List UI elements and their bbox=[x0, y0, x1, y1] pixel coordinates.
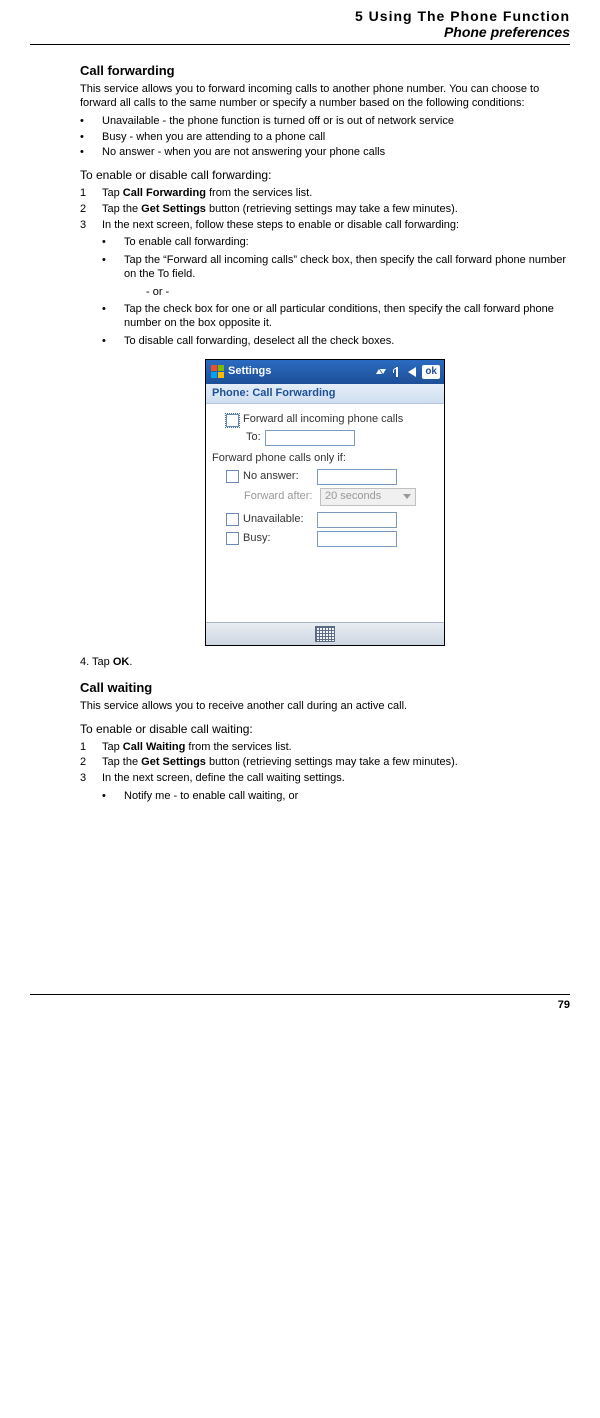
speaker-icon[interactable] bbox=[408, 367, 416, 377]
to-input[interactable] bbox=[265, 430, 355, 446]
list-item: Tap the check box for one or all particu… bbox=[102, 303, 570, 331]
step-1: 1 Tap Call Forwarding from the services … bbox=[80, 187, 570, 201]
device-subtitle: Phone: Call Forwarding bbox=[206, 384, 444, 405]
cf-enable-title: To enable or disable call forwarding: bbox=[80, 168, 570, 183]
list-item: To enable call forwarding: bbox=[102, 236, 570, 250]
no-answer-input[interactable] bbox=[317, 469, 397, 485]
unavailable-checkbox[interactable] bbox=[226, 513, 239, 526]
step-3: 3 In the next screen, define the call wa… bbox=[80, 772, 570, 786]
busy-input[interactable] bbox=[317, 531, 397, 547]
ok-button[interactable]: ok bbox=[422, 365, 440, 379]
busy-checkbox[interactable] bbox=[226, 532, 239, 545]
signal-icon[interactable] bbox=[392, 367, 402, 377]
chevron-down-icon bbox=[403, 494, 411, 499]
keyboard-icon[interactable] bbox=[315, 626, 335, 642]
device-titlebar: Settings ok bbox=[206, 360, 444, 384]
step-1: 1 Tap Call Waiting from the services lis… bbox=[80, 741, 570, 755]
call-forwarding-heading: Call forwarding bbox=[80, 63, 570, 79]
connectivity-icon[interactable] bbox=[376, 367, 386, 377]
footer-rule bbox=[30, 994, 570, 995]
list-item: Unavailable - the phone function is turn… bbox=[80, 115, 570, 129]
only-if-label: Forward phone calls only if: bbox=[212, 452, 346, 466]
start-icon[interactable] bbox=[210, 365, 224, 379]
chapter-title: 5 Using The Phone Function bbox=[30, 8, 570, 24]
page-number: 79 bbox=[30, 999, 570, 1011]
forward-all-label: Forward all incoming phone calls bbox=[243, 413, 403, 427]
list-item: Busy - when you are attending to a phone… bbox=[80, 131, 570, 145]
unavailable-input[interactable] bbox=[317, 512, 397, 528]
call-waiting-heading: Call waiting bbox=[80, 680, 570, 696]
step-4: 4. Tap OK. bbox=[80, 656, 570, 670]
chapter-subtitle: Phone preferences bbox=[30, 24, 570, 40]
step-2: 2 Tap the Get Settings button (retrievin… bbox=[80, 756, 570, 770]
list-item: Tap the “Forward all incoming calls” che… bbox=[102, 254, 570, 282]
call-waiting-intro: This service allows you to receive anoth… bbox=[80, 700, 570, 714]
unavailable-label: Unavailable: bbox=[243, 513, 313, 527]
call-forwarding-intro: This service allows you to forward incom… bbox=[80, 83, 570, 111]
device-screenshot: Settings ok Phone: Call Forwarding bbox=[205, 359, 445, 646]
step-2: 2 Tap the Get Settings button (retrievin… bbox=[80, 203, 570, 217]
list-item: Notify me - to enable call waiting, or bbox=[102, 790, 570, 804]
sip-bar bbox=[206, 622, 444, 645]
forward-after-dropdown[interactable]: 20 seconds bbox=[320, 488, 416, 506]
list-item: To disable call forwarding, deselect all… bbox=[102, 335, 570, 349]
header-rule bbox=[30, 44, 570, 45]
busy-label: Busy: bbox=[243, 532, 313, 546]
forward-after-label: Forward after: bbox=[244, 490, 316, 504]
cw-enable-title: To enable or disable call waiting: bbox=[80, 722, 570, 737]
device-title: Settings bbox=[228, 365, 372, 379]
forward-all-checkbox[interactable] bbox=[226, 414, 239, 427]
or-text: - or - bbox=[146, 286, 570, 300]
no-answer-checkbox[interactable] bbox=[226, 470, 239, 483]
no-answer-label: No answer: bbox=[243, 470, 313, 484]
list-item: No answer - when you are not answering y… bbox=[80, 146, 570, 160]
step-3: 3 In the next screen, follow these steps… bbox=[80, 219, 570, 233]
to-label: To: bbox=[246, 431, 261, 445]
